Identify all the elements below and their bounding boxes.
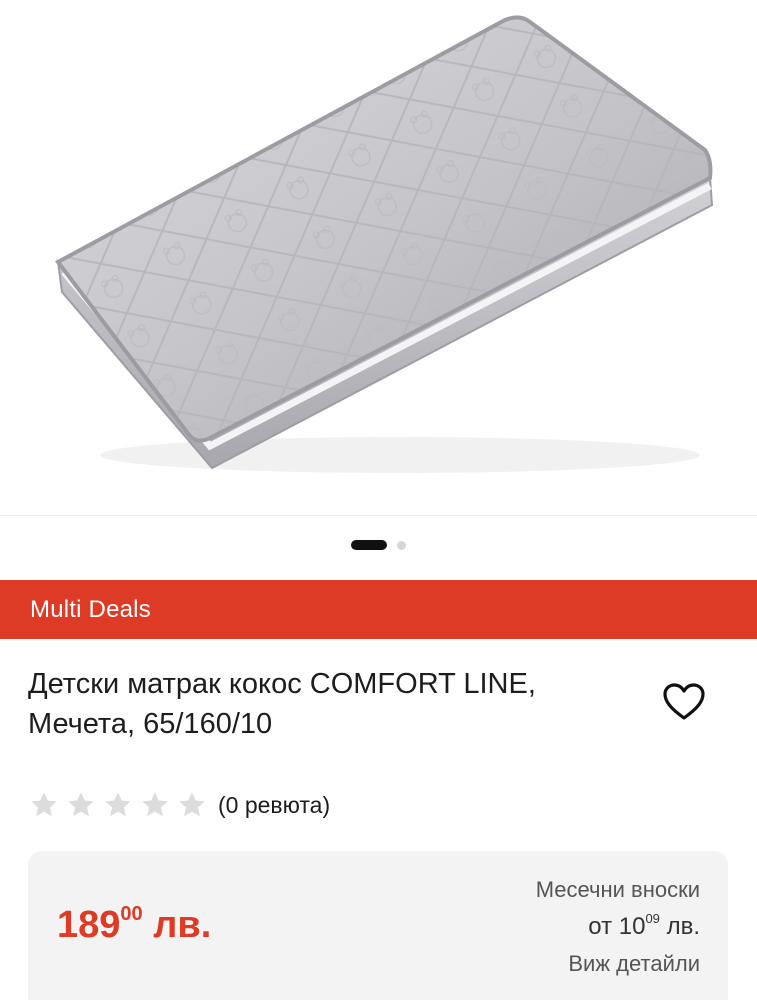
installments-prefix: от	[588, 913, 613, 940]
seller-name[interactable]: Multi Deals	[30, 596, 151, 624]
installments-info[interactable]: Месечни вноски от 1009 лв. Виж детайли	[536, 871, 700, 982]
star-icon	[31, 792, 57, 817]
product-rating[interactable]: (0 ревюта)	[28, 786, 330, 824]
star-rating	[28, 789, 208, 821]
installments-decimals: 09	[645, 911, 660, 926]
price-integer: 189	[57, 904, 121, 946]
installments-amount: от 1009 лв.	[536, 908, 700, 945]
view-details-link[interactable]: Виж детайли	[536, 945, 700, 982]
product-image[interactable]	[0, 0, 757, 515]
carousel-dot-active[interactable]	[351, 540, 387, 550]
price-decimals: 00	[120, 903, 143, 925]
carousel-dot[interactable]	[397, 540, 406, 550]
heart-icon	[663, 683, 705, 720]
star-icon	[68, 792, 94, 817]
product-title: Детски матрак кокос COMFORT LINE, Мечета…	[28, 668, 536, 740]
star-icon	[179, 792, 205, 817]
star-icon	[142, 792, 168, 817]
product-image-gallery[interactable]	[0, 0, 757, 516]
price-currency: лв.	[153, 904, 212, 946]
reviews-count[interactable]: (0 ревюта)	[218, 792, 330, 819]
product-page: Multi Deals Детски матрак кокос COMFORT …	[0, 0, 757, 1000]
product-price: 18900 лв.	[57, 902, 211, 948]
star-icon	[105, 792, 131, 817]
carousel-indicator[interactable]	[0, 539, 757, 551]
installments-currency: лв.	[666, 913, 700, 940]
seller-banner[interactable]: Multi Deals	[0, 580, 757, 639]
price-card: 18900 лв. Месечни вноски от 1009 лв. Виж…	[28, 851, 728, 1000]
favorite-button[interactable]	[662, 682, 706, 722]
installments-label: Месечни вноски	[535, 877, 700, 902]
installments-integer: 10	[618, 913, 646, 940]
